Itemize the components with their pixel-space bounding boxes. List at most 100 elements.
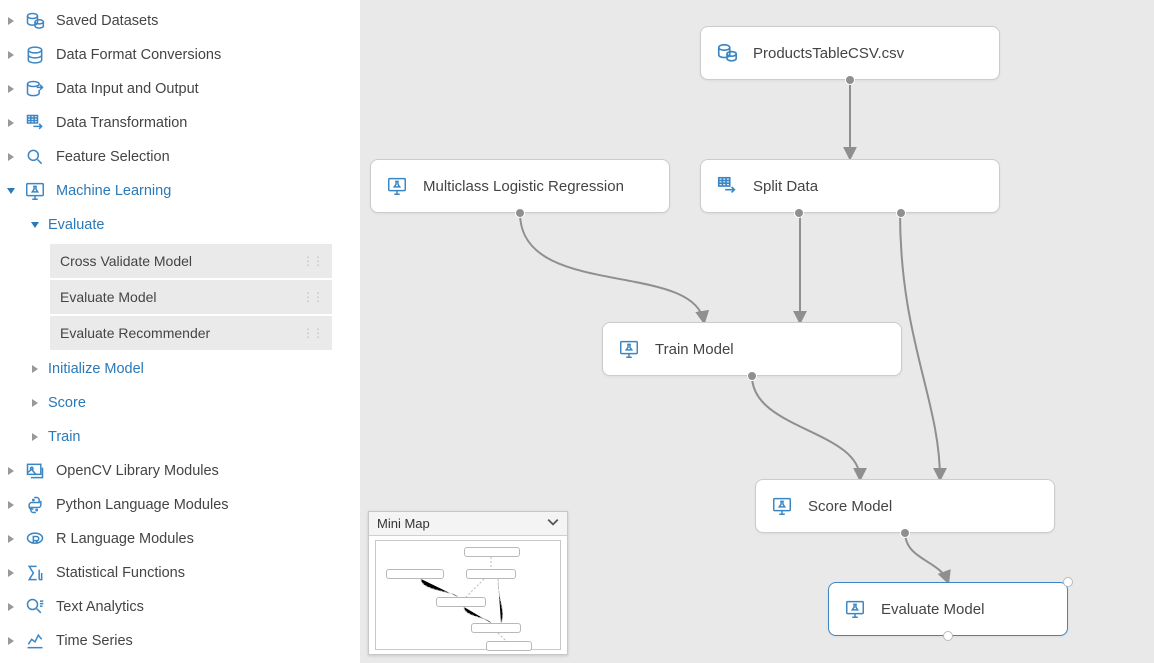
category-label: R Language Modules [56, 531, 194, 547]
caret-icon [6, 602, 16, 612]
category-time-series[interactable]: Time Series [0, 624, 360, 658]
category-label: Python Language Modules [56, 497, 229, 513]
caret-icon [6, 636, 16, 646]
selection-handle[interactable] [943, 631, 953, 641]
database-icon [24, 10, 46, 32]
category-data-format[interactable]: Data Format Conversions [0, 38, 360, 72]
category-label: Time Series [56, 633, 133, 649]
node-train-model[interactable]: Train Model [602, 322, 902, 376]
caret-icon [6, 84, 16, 94]
category-label: Data Transformation [56, 115, 187, 131]
subcategory-label: Train [48, 429, 81, 445]
category-text-analytics[interactable]: Text Analytics [0, 590, 360, 624]
output-port[interactable] [900, 528, 910, 538]
caret-icon [6, 534, 16, 544]
category-label: Data Format Conversions [56, 47, 221, 63]
node-label: ProductsTableCSV.csv [753, 45, 904, 62]
node-label: Score Model [808, 498, 892, 515]
category-data-io[interactable]: Data Input and Output [0, 72, 360, 106]
subcategory-initialize-model[interactable]: Initialize Model [0, 352, 360, 386]
category-opencv[interactable]: OpenCV Library Modules [0, 454, 360, 488]
caret-icon [30, 432, 40, 442]
flask-screen-icon [617, 337, 641, 361]
caret-icon [6, 500, 16, 510]
node-label: Split Data [753, 178, 818, 195]
module-cross-validate-model[interactable]: Cross Validate Model ⋮⋮ [50, 244, 332, 278]
subcategory-label: Evaluate [48, 217, 104, 233]
text-search-icon [24, 596, 46, 618]
module-palette[interactable]: Saved Datasets Data Format Conversions D… [0, 0, 360, 663]
minimap-header[interactable]: Mini Map [369, 512, 567, 536]
r-icon [24, 528, 46, 550]
node-evaluate-model[interactable]: Evaluate Model [828, 582, 1068, 636]
node-label: Multiclass Logistic Regression [423, 178, 624, 195]
category-label: OpenCV Library Modules [56, 463, 219, 479]
minimap-title: Mini Map [377, 516, 430, 531]
mm-wires [376, 541, 560, 649]
drag-grip-icon: ⋮⋮ [302, 290, 322, 304]
chevron-down-icon [547, 516, 559, 531]
caret-icon [6, 152, 16, 162]
magnify-icon [24, 146, 46, 168]
drag-grip-icon: ⋮⋮ [302, 254, 322, 268]
drag-grip-icon: ⋮⋮ [302, 326, 322, 340]
database-icon [24, 44, 46, 66]
node-dataset[interactable]: ProductsTableCSV.csv [700, 26, 1000, 80]
caret-icon [6, 50, 16, 60]
module-label: Evaluate Recommender [60, 325, 210, 341]
caret-icon [6, 466, 16, 476]
flask-screen-icon [843, 597, 867, 621]
category-python[interactable]: Python Language Modules [0, 488, 360, 522]
caret-down-icon [30, 220, 40, 230]
module-evaluate-recommender[interactable]: Evaluate Recommender ⋮⋮ [50, 316, 332, 350]
columns-icon [24, 112, 46, 134]
category-r-language[interactable]: R Language Modules [0, 522, 360, 556]
caret-icon [6, 118, 16, 128]
category-stats[interactable]: Statistical Functions [0, 556, 360, 590]
category-label: Text Analytics [56, 599, 144, 615]
output-port-1[interactable] [794, 208, 804, 218]
minimap-body[interactable] [369, 536, 567, 654]
subcategory-evaluate[interactable]: Evaluate [0, 208, 360, 242]
category-label: Feature Selection [56, 149, 170, 165]
minimap-viewport [375, 540, 561, 650]
flask-screen-icon [385, 174, 409, 198]
module-label: Evaluate Model [60, 289, 157, 305]
node-label: Train Model [655, 341, 734, 358]
output-port[interactable] [845, 75, 855, 85]
caret-down-icon [6, 186, 16, 196]
category-machine-learning[interactable]: Machine Learning [0, 174, 360, 208]
category-data-transform[interactable]: Data Transformation [0, 106, 360, 140]
caret-icon [30, 364, 40, 374]
output-port[interactable] [515, 208, 525, 218]
category-saved-datasets[interactable]: Saved Datasets [0, 4, 360, 38]
flask-screen-icon [770, 494, 794, 518]
database-icon [715, 41, 739, 65]
module-evaluate-model[interactable]: Evaluate Model ⋮⋮ [50, 280, 332, 314]
node-label: Evaluate Model [881, 601, 984, 618]
chart-icon [24, 630, 46, 652]
output-port-2[interactable] [896, 208, 906, 218]
category-feature-selection[interactable]: Feature Selection [0, 140, 360, 174]
experiment-canvas[interactable]: ProductsTableCSV.csv Multiclass Logistic… [360, 0, 1154, 663]
image-icon [24, 460, 46, 482]
flask-screen-icon [24, 180, 46, 202]
python-icon [24, 494, 46, 516]
node-split-data[interactable]: Split Data [700, 159, 1000, 213]
node-multiclass-logistic-regression[interactable]: Multiclass Logistic Regression [370, 159, 670, 213]
category-label: Machine Learning [56, 183, 171, 199]
sigma-icon [24, 562, 46, 584]
caret-icon [6, 568, 16, 578]
node-score-model[interactable]: Score Model [755, 479, 1055, 533]
selection-handle[interactable] [1063, 577, 1073, 587]
subcategory-train[interactable]: Train [0, 420, 360, 454]
subcategory-label: Initialize Model [48, 361, 144, 377]
caret-icon [6, 16, 16, 26]
caret-icon [30, 398, 40, 408]
subcategory-label: Score [48, 395, 86, 411]
output-port[interactable] [747, 371, 757, 381]
category-label: Saved Datasets [56, 13, 158, 29]
minimap-panel[interactable]: Mini Map [368, 511, 568, 655]
subcategory-score[interactable]: Score [0, 386, 360, 420]
category-label: Statistical Functions [56, 565, 185, 581]
